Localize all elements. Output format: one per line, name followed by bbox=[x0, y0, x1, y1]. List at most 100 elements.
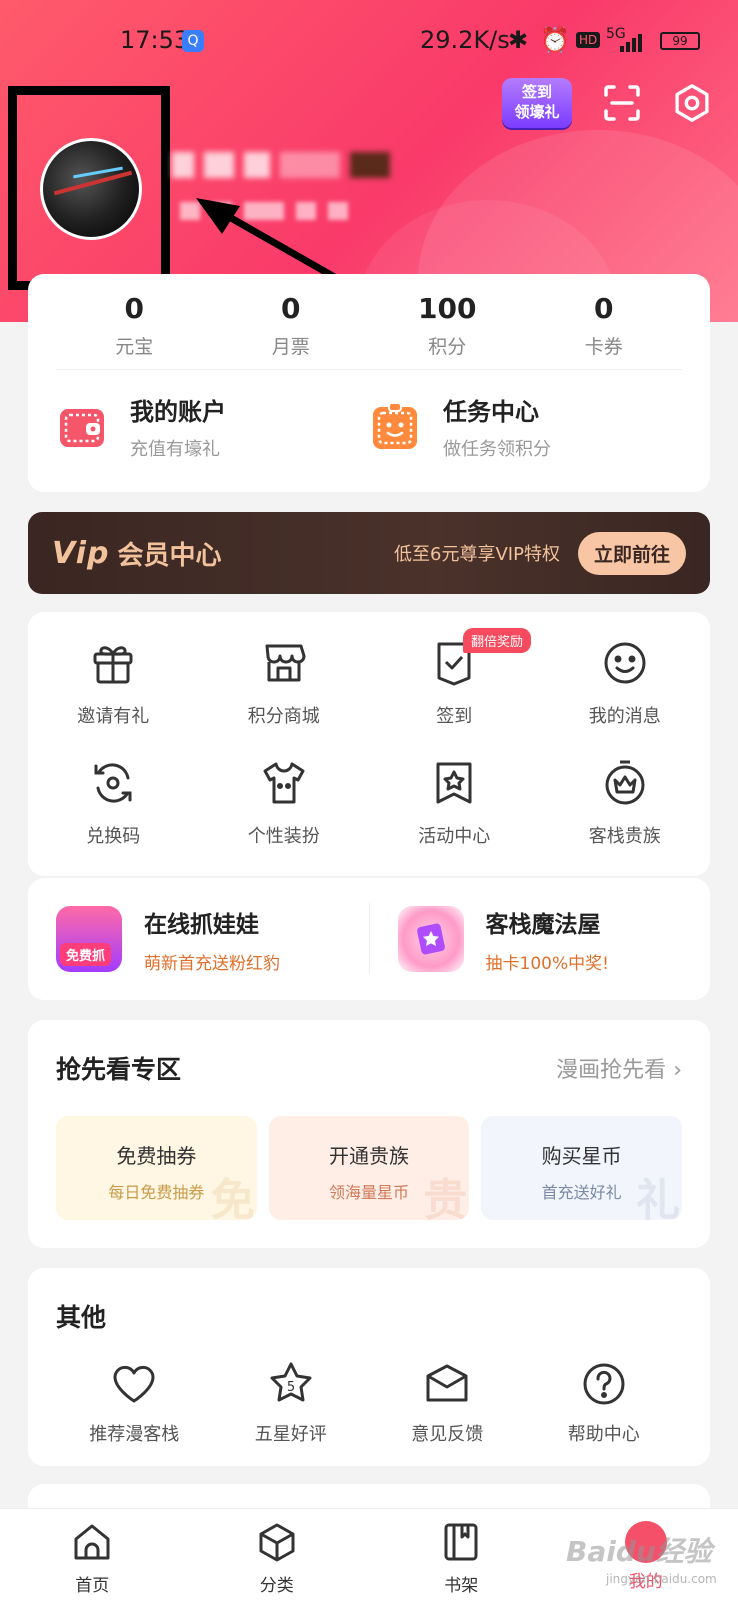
grid-item-nobility[interactable]: 客栈贵族 bbox=[540, 758, 711, 848]
promo-magic-house[interactable]: 客栈魔法屋 抽卡100%中奖! bbox=[370, 905, 711, 974]
svg-text:5: 5 bbox=[287, 1380, 295, 1395]
free-claw-badge: 免费抓 bbox=[60, 943, 112, 966]
grid-label: 邀请有礼 bbox=[77, 706, 150, 727]
early-open-nobility[interactable]: 开通贵族 领海量星币 贵 bbox=[268, 1116, 470, 1220]
other-five-star[interactable]: 5 五星好评 bbox=[213, 1360, 370, 1446]
grid-item-points-store[interactable]: 积分商城 bbox=[199, 638, 370, 728]
task-center-entry[interactable]: 任务中心 做任务领积分 bbox=[369, 392, 682, 461]
early-watermark: 礼 bbox=[636, 1175, 681, 1220]
promo-card: 免费抓 在线抓娃娃 萌新首充送粉红豹 客栈魔法屋 抽卡100%中奖! bbox=[28, 878, 710, 1000]
tab-home[interactable]: 首页 bbox=[0, 1509, 185, 1600]
grid-label: 客栈贵族 bbox=[588, 826, 661, 847]
vip-logo: Vip bbox=[52, 535, 110, 571]
signin-reward-button[interactable]: 签到 领壕礼 bbox=[502, 78, 572, 128]
other-help[interactable]: 帮助中心 bbox=[526, 1360, 683, 1446]
early-access-card: 抢先看专区 漫画抢先看 › 免费抽券 每日免费抽券 免 开通贵族 领海量星币 贵… bbox=[28, 1020, 710, 1248]
baidu-watermark-url: jingyan.baidu.com bbox=[606, 1572, 717, 1586]
stats-row: 0 元宝 0 月票 100 积分 0 卡券 bbox=[56, 274, 682, 370]
early-buy-stars[interactable]: 购买星币 首充送好礼 礼 bbox=[481, 1116, 683, 1220]
early-free-coupon[interactable]: 免费抽券 每日免费抽券 免 bbox=[56, 1116, 257, 1220]
other-label: 推荐漫客栈 bbox=[89, 1424, 180, 1445]
vip-description: 低至6元尊享VIP特权 bbox=[394, 544, 560, 565]
scan-button[interactable] bbox=[602, 83, 642, 123]
settings-button[interactable] bbox=[672, 83, 712, 123]
vip-title: 会员中心 bbox=[117, 540, 222, 571]
store-icon bbox=[265, 644, 306, 682]
crown-icon bbox=[605, 760, 645, 805]
gift-icon bbox=[93, 646, 133, 684]
bluetooth-icon: ✱ bbox=[508, 26, 529, 54]
grid-label: 兑换码 bbox=[86, 826, 141, 847]
other-label: 五星好评 bbox=[254, 1424, 327, 1445]
other-row: 推荐漫客栈 5 五星好评 意见反馈 帮助中心 bbox=[56, 1360, 682, 1446]
stat-label: 月票 bbox=[271, 336, 310, 358]
status-time: 17:53 bbox=[120, 26, 190, 54]
tab-category[interactable]: 分类 bbox=[185, 1509, 370, 1600]
task-title: 任务中心 bbox=[443, 398, 539, 426]
more-link-label: 漫画抢先看 bbox=[556, 1058, 667, 1083]
account-title: 我的账户 bbox=[130, 398, 226, 426]
grid-item-messages[interactable]: 我的消息 bbox=[540, 638, 711, 728]
grid-item-checkin[interactable]: 签到 翻倍奖励 bbox=[369, 628, 540, 728]
battery-icon: 99 bbox=[660, 32, 700, 50]
function-grid: 邀请有礼 积分商城 签到 翻倍奖励 我的消息 兑换码 个性装扮 活动中心 客栈贵… bbox=[28, 628, 711, 848]
exchange-icon bbox=[94, 763, 132, 803]
stat-value: 0 bbox=[594, 292, 614, 325]
tab-label: 首页 bbox=[75, 1576, 110, 1596]
account-summary-card: 0 元宝 0 月票 100 积分 0 卡券 我的账户 充值有壕礼 任务中心 做任… bbox=[28, 274, 710, 492]
account-row: 我的账户 充值有壕礼 任务中心 做任务领积分 bbox=[28, 370, 710, 461]
app-notification-icon: Q bbox=[182, 30, 204, 52]
account-subtitle: 充值有壕礼 bbox=[130, 439, 220, 460]
promo-subtitle: 抽卡100%中奖! bbox=[485, 953, 609, 974]
category-icon bbox=[259, 1523, 295, 1562]
smile-icon bbox=[604, 642, 646, 684]
signal-icon bbox=[620, 32, 642, 52]
grid-label: 活动中心 bbox=[418, 826, 491, 847]
vip-go-button[interactable]: 立即前往 bbox=[577, 531, 686, 575]
grid-label: 我的消息 bbox=[588, 706, 661, 727]
other-label: 帮助中心 bbox=[567, 1424, 640, 1445]
comic-early-access-link[interactable]: 漫画抢先看 › bbox=[556, 1052, 682, 1084]
help-icon bbox=[583, 1363, 625, 1405]
my-account-entry[interactable]: 我的账户 充值有壕礼 bbox=[56, 392, 369, 461]
other-feedback[interactable]: 意见反馈 bbox=[369, 1360, 526, 1446]
stat-monthly-ticket[interactable]: 0 月票 bbox=[213, 292, 370, 369]
stat-points[interactable]: 100 积分 bbox=[369, 292, 526, 369]
wallet-icon bbox=[56, 401, 108, 453]
section-header: 其他 bbox=[56, 1298, 682, 1334]
grid-label: 积分商城 bbox=[247, 706, 320, 727]
baidu-watermark: Baidu经验 bbox=[566, 1535, 712, 1568]
scan-icon bbox=[604, 85, 640, 121]
hd-badge: HD bbox=[576, 32, 601, 48]
tab-label: 分类 bbox=[259, 1576, 294, 1596]
promo-claw-machine[interactable]: 免费抓 在线抓娃娃 萌新首充送粉红豹 bbox=[28, 905, 369, 974]
section-header: 抢先看专区 漫画抢先看 › bbox=[56, 1050, 682, 1086]
grid-item-activity-center[interactable]: 活动中心 bbox=[369, 758, 540, 848]
double-reward-tag: 翻倍奖励 bbox=[463, 628, 532, 653]
early-watermark: 免 bbox=[210, 1175, 255, 1220]
grid-item-redeem-code[interactable]: 兑换码 bbox=[28, 758, 199, 848]
promo-title: 在线抓娃娃 bbox=[144, 911, 259, 938]
early-access-row: 免费抽券 每日免费抽券 免 开通贵族 领海量星币 贵 购买星币 首充送好礼 礼 bbox=[56, 1116, 683, 1220]
other-recommend[interactable]: 推荐漫客栈 bbox=[56, 1360, 213, 1446]
username-blurred[interactable] bbox=[172, 152, 390, 178]
signin-badge-line1: 签到 bbox=[521, 83, 552, 101]
vip-center-banner[interactable]: Vip 会员中心 低至6元尊享VIP特权 立即前往 bbox=[28, 512, 710, 594]
heart-icon bbox=[113, 1365, 155, 1403]
grid-label: 签到 bbox=[436, 706, 473, 727]
feedback-icon bbox=[426, 1364, 468, 1402]
grid-item-dress-up[interactable]: 个性装扮 bbox=[199, 758, 370, 848]
shirt-icon bbox=[263, 762, 305, 804]
stat-yuanbao[interactable]: 0 元宝 bbox=[56, 292, 213, 369]
section-title: 抢先看专区 bbox=[56, 1055, 182, 1084]
promo-subtitle: 萌新首充送粉红豹 bbox=[144, 953, 280, 974]
stat-value: 100 bbox=[418, 292, 477, 325]
header-actions: 签到 领壕礼 bbox=[502, 78, 712, 128]
tab-label: 书架 bbox=[444, 1576, 479, 1596]
claw-machine-icon: 免费抓 bbox=[56, 906, 122, 972]
tab-bookshelf[interactable]: 书架 bbox=[369, 1509, 554, 1600]
status-bar: 17:53 Q 29.2K/s ✱ ⏰ HD 5G 99 bbox=[0, 26, 738, 60]
function-grid-card: 邀请有礼 积分商城 签到 翻倍奖励 我的消息 兑换码 个性装扮 活动中心 客栈贵… bbox=[28, 612, 710, 876]
stat-coupons[interactable]: 0 卡券 bbox=[526, 292, 683, 369]
grid-item-invite[interactable]: 邀请有礼 bbox=[28, 638, 199, 728]
